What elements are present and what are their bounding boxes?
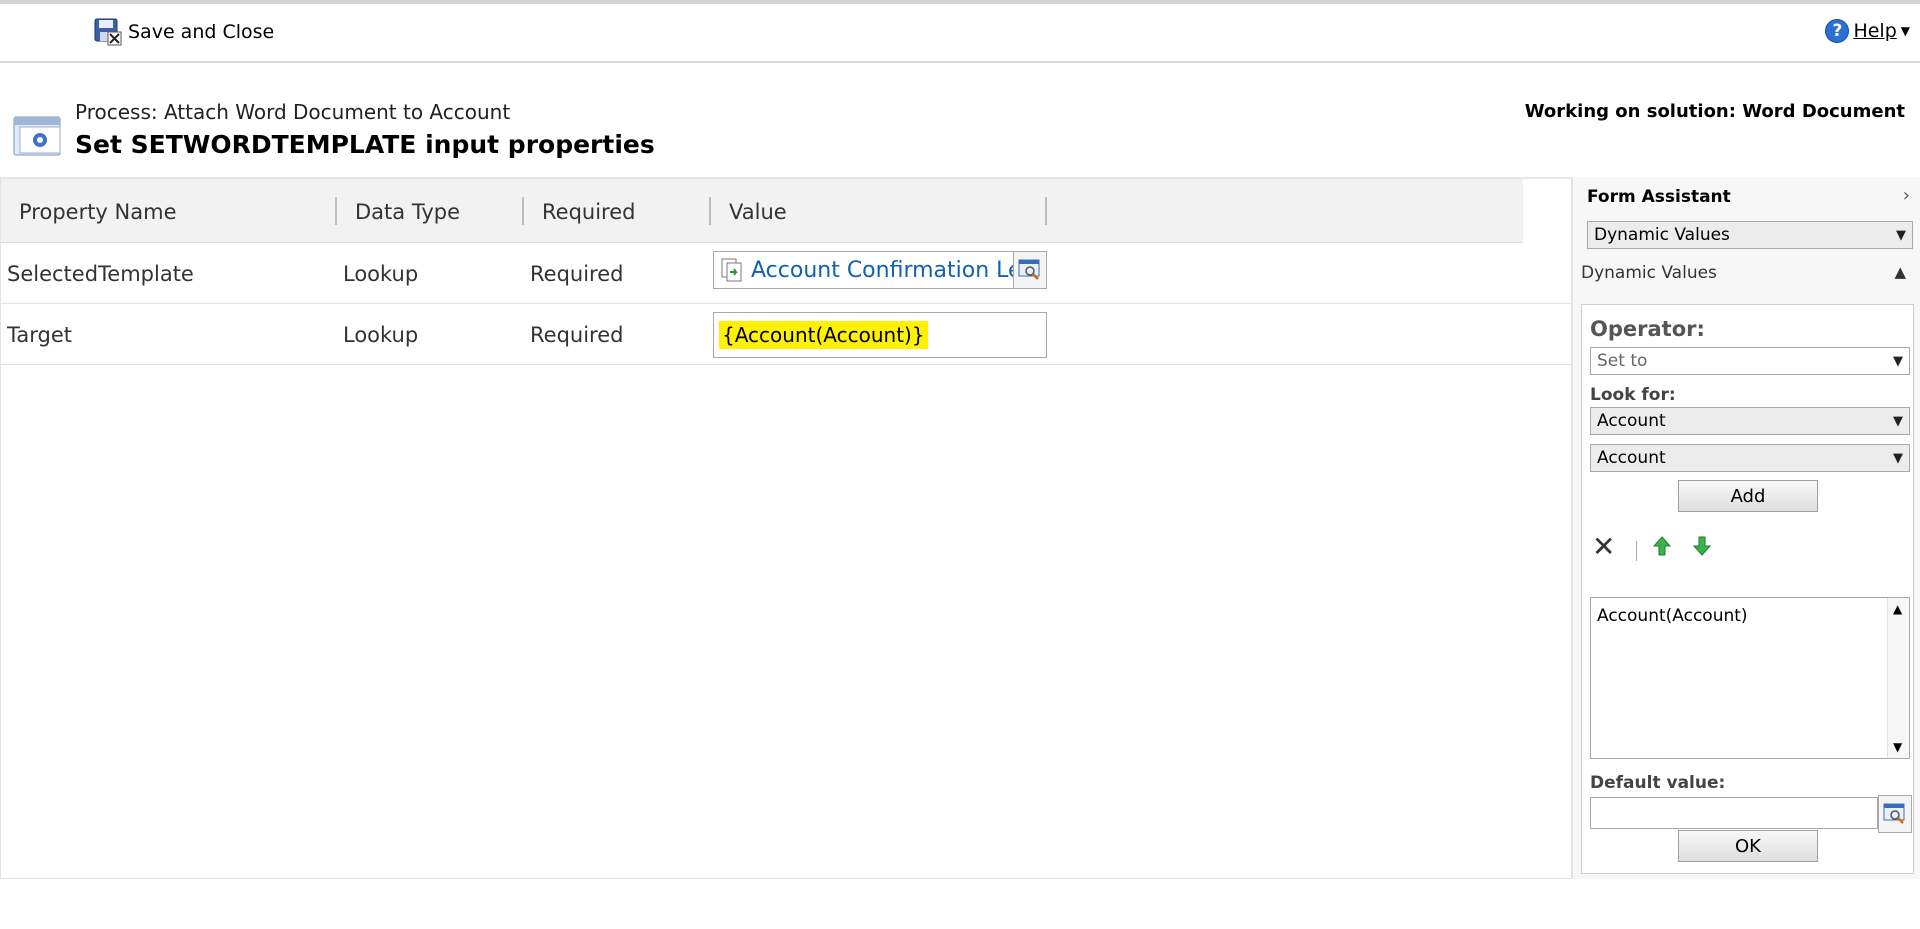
chevron-down-icon: ▼ <box>1893 353 1903 369</box>
lookup-button[interactable] <box>1013 252 1046 288</box>
table-row: SelectedTemplate Lookup Required Account… <box>1 243 1573 304</box>
selected-template-lookup[interactable]: Account Confirmation Le <box>713 251 1047 289</box>
help-label: Help <box>1853 20 1897 42</box>
grid-header: Property Name Data Type Required Value <box>1 179 1523 243</box>
data-type-cell: Lookup <box>343 323 419 347</box>
column-header-property-name[interactable]: Property Name <box>19 200 177 224</box>
collapse-section-icon[interactable]: ▲ <box>1894 263 1906 281</box>
scroll-down-icon[interactable]: ▼ <box>1893 740 1902 754</box>
column-divider <box>335 197 337 225</box>
dynamic-value-token[interactable]: {Account(Account)} <box>719 321 928 349</box>
chevron-down-icon: ▼ <box>1893 450 1903 466</box>
selected-values-list[interactable]: Account(Account) ▲ ▼ <box>1590 597 1910 759</box>
table-row: Target Lookup Required {Account(Account)… <box>1 304 1573 365</box>
dynamic-values-section-label: Dynamic Values <box>1581 263 1717 283</box>
solution-label: Working on solution: Word Document <box>1524 101 1905 122</box>
list-scrollbar[interactable]: ▲ ▼ <box>1887 598 1909 758</box>
form-assistant-pane: Form Assistant › Dynamic Values ▼ Dynami… <box>1572 177 1920 879</box>
assistant-mode-select[interactable]: Dynamic Values ▼ <box>1587 221 1913 249</box>
help-menu-button[interactable]: ? Help ▼ <box>1825 19 1910 43</box>
property-name-cell: SelectedTemplate <box>7 262 194 286</box>
template-icon <box>721 258 742 282</box>
column-header-value[interactable]: Value <box>729 200 787 224</box>
collapse-pane-icon[interactable]: › <box>1903 185 1910 206</box>
target-value-field[interactable]: {Account(Account)} <box>713 312 1047 358</box>
process-icon <box>13 116 61 156</box>
toolbar-divider <box>1636 541 1637 561</box>
list-item[interactable]: Account(Account) <box>1597 606 1748 626</box>
move-up-icon[interactable] <box>1652 535 1672 557</box>
command-bar: Save and Close ? Help ▼ <box>0 0 1920 63</box>
lookup-icon <box>1883 803 1905 824</box>
save-and-close-label: Save and Close <box>128 21 275 43</box>
column-header-data-type[interactable]: Data Type <box>355 200 460 224</box>
scroll-up-icon[interactable]: ▲ <box>1893 602 1902 616</box>
column-header-required[interactable]: Required <box>542 200 635 224</box>
process-name: Process: Attach Word Document to Account <box>75 100 511 124</box>
save-and-close-button[interactable]: Save and Close <box>94 17 274 47</box>
required-cell: Required <box>530 262 624 286</box>
column-divider <box>1045 197 1047 225</box>
operator-value: Set to <box>1597 351 1648 371</box>
look-for-field-value: Account <box>1597 448 1666 468</box>
property-name-cell: Target <box>7 323 72 347</box>
look-for-entity-value: Account <box>1597 411 1666 431</box>
delete-icon[interactable]: ✕ <box>1592 533 1615 561</box>
chevron-down-icon: ▼ <box>1893 413 1903 429</box>
data-type-cell: Lookup <box>343 262 419 286</box>
add-button[interactable]: Add <box>1678 480 1818 512</box>
default-value-label: Default value: <box>1590 773 1726 793</box>
dynamic-values-panel: Operator: Set to ▼ Look for: Account ▼ A… <box>1581 304 1914 874</box>
selected-template-link[interactable]: Account Confirmation Le <box>751 258 1022 283</box>
look-for-field-select[interactable]: Account ▼ <box>1590 444 1910 472</box>
ok-button[interactable]: OK <box>1678 830 1818 862</box>
lookup-icon <box>1018 259 1040 280</box>
look-for-label: Look for: <box>1590 385 1676 405</box>
page-title: Set SETWORDTEMPLATE input properties <box>75 130 655 159</box>
assistant-mode-value: Dynamic Values <box>1594 225 1730 245</box>
default-value-lookup-button[interactable] <box>1878 795 1912 833</box>
help-icon: ? <box>1825 19 1850 43</box>
required-cell: Required <box>530 323 624 347</box>
operator-label: Operator: <box>1590 317 1705 341</box>
operator-select[interactable]: Set to ▼ <box>1590 347 1910 375</box>
save-close-icon <box>94 18 122 46</box>
look-for-entity-select[interactable]: Account ▼ <box>1590 407 1910 435</box>
dropdown-arrow-icon: ▼ <box>1900 24 1910 38</box>
column-divider <box>522 197 524 225</box>
form-assistant-title: Form Assistant <box>1587 187 1731 207</box>
move-down-icon[interactable] <box>1692 535 1712 557</box>
properties-grid: Property Name Data Type Required Value S… <box>0 177 1573 879</box>
column-divider <box>709 197 711 225</box>
default-value-input[interactable] <box>1590 797 1878 829</box>
chevron-down-icon: ▼ <box>1896 227 1906 243</box>
